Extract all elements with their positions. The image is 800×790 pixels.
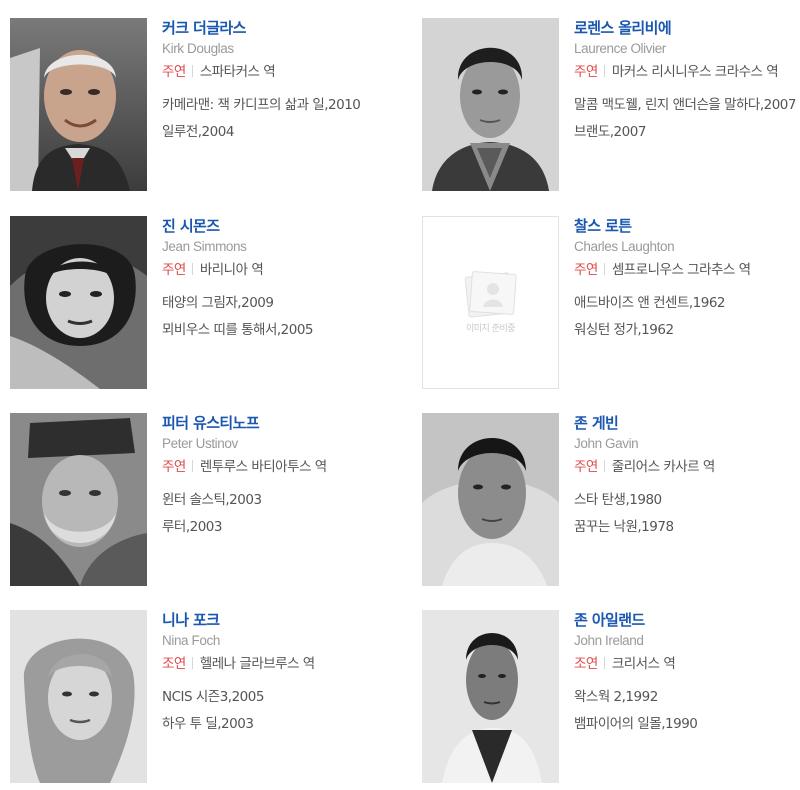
divider — [191, 65, 193, 77]
divider — [191, 460, 193, 472]
role-name: 마커스 리시니우스 크라수스 역 — [611, 64, 779, 80]
role-type: 조연 — [574, 656, 598, 672]
filmography-list: 애드바이즈 앤 컨센트,1962 워싱턴 정가,1962 — [574, 292, 800, 341]
actor-name-link[interactable]: 니나 포크 — [162, 610, 395, 630]
filmography-item[interactable]: 뫼비우스 띠를 통해서,2005 — [162, 319, 395, 341]
role-name: 줄리어스 카사르 역 — [611, 459, 715, 475]
filmography-item[interactable]: 태양의 그림자,2009 — [162, 292, 395, 314]
actor-name-link[interactable]: 존 게빈 — [574, 413, 800, 433]
actor-photo[interactable] — [10, 610, 147, 783]
filmography-item[interactable]: 애드바이즈 앤 컨센트,1962 — [574, 292, 800, 314]
filmography-list: NCIS 시즌3,2005 하우 투 딜,2003 — [162, 686, 395, 735]
role-type: 주연 — [162, 262, 186, 278]
actor-name-en: John Gavin — [574, 436, 639, 451]
cast-card: 로렌스 올리비에 Laurence Olivier 주연 마커스 리시니우스 크라… — [422, 18, 800, 198]
role-name: 헬레나 글라브루스 역 — [199, 656, 315, 672]
role-line: 조연 크리서스 역 — [574, 653, 800, 676]
actor-name-link[interactable]: 로렌스 올리비에 — [574, 18, 800, 38]
placeholder-text: 이미지 준비중 — [465, 324, 516, 334]
role-name: 크리서스 역 — [611, 656, 676, 672]
filmography-item[interactable]: 말콤 맥도웰, 린지 앤더슨을 말하다,2007 — [574, 94, 800, 116]
role-type: 주연 — [574, 64, 598, 80]
actor-name-en: Nina Foch — [162, 633, 220, 648]
actor-photo[interactable] — [10, 413, 147, 586]
filmography-item[interactable]: 브랜도,2007 — [574, 121, 800, 143]
filmography-list: 카메라맨: 잭 카디프의 삶과 일,2010 일루전,2004 — [162, 94, 395, 143]
role-line: 주연 렌투루스 바티아투스 역 — [162, 456, 395, 479]
role-name: 스파타커스 역 — [199, 64, 276, 80]
actor-name-link[interactable]: 진 시몬즈 — [162, 216, 395, 236]
role-line: 주연 스파타커스 역 — [162, 61, 395, 84]
role-type: 주연 — [162, 459, 186, 475]
image-placeholder-icon — [464, 271, 517, 318]
cast-card: 커크 더글라스 Kirk Douglas 주연 스파타커스 역 카메라맨: 잭 카… — [10, 18, 395, 198]
cast-card: 피터 유스티노프 Peter Ustinov 주연 렌투루스 바티아투스 역 윈터… — [10, 413, 395, 593]
actor-photo[interactable] — [10, 18, 147, 191]
actor-photo-placeholder[interactable]: 이미지 준비중 — [422, 216, 559, 389]
role-type: 주연 — [162, 64, 186, 80]
cast-card: 이미지 준비중 찰스 로튼 Charles Laughton 주연 셈프로니우스 … — [422, 216, 800, 396]
filmography-item[interactable]: 꿈꾸는 낙원,1978 — [574, 516, 800, 538]
role-type: 조연 — [162, 656, 186, 672]
role-line: 조연 헬레나 글라브루스 역 — [162, 653, 395, 676]
actor-name-en: Kirk Douglas — [162, 41, 234, 56]
actor-name-link[interactable]: 커크 더글라스 — [162, 18, 395, 38]
filmography-list: 윈터 솔스틱,2003 루터,2003 — [162, 489, 395, 538]
role-type: 주연 — [574, 459, 598, 475]
filmography-item[interactable]: 하우 투 딜,2003 — [162, 713, 395, 735]
cast-card: 존 아일랜드 John Ireland 조연 크리서스 역 왁스웍 2,1992 … — [422, 610, 800, 790]
role-line: 주연 줄리어스 카사르 역 — [574, 456, 800, 479]
divider — [603, 65, 605, 77]
divider — [603, 263, 605, 275]
role-line: 주연 바리니아 역 — [162, 259, 395, 282]
role-name: 바리니아 역 — [199, 262, 264, 278]
actor-name-link[interactable]: 피터 유스티노프 — [162, 413, 395, 433]
divider — [603, 460, 605, 472]
role-line: 주연 셈프로니우스 그라추스 역 — [574, 259, 800, 282]
actor-info: 커크 더글라스 Kirk Douglas 주연 스파타커스 역 카메라맨: 잭 카… — [162, 18, 395, 148]
role-name: 렌투루스 바티아투스 역 — [199, 459, 327, 475]
cast-card: 존 게빈 John Gavin 주연 줄리어스 카사르 역 스타 탄생,1980 … — [422, 413, 800, 593]
actor-info: 진 시몬즈 Jean Simmons 주연 바리니아 역 태양의 그림자,2009… — [162, 216, 395, 346]
actor-info: 찰스 로튼 Charles Laughton 주연 셈프로니우스 그라추스 역 애… — [574, 216, 800, 346]
actor-name-en: Peter Ustinov — [162, 436, 238, 451]
filmography-item[interactable]: 왁스웍 2,1992 — [574, 686, 800, 708]
actor-name-en: John Ireland — [574, 633, 644, 648]
divider — [191, 657, 193, 669]
actor-info: 로렌스 올리비에 Laurence Olivier 주연 마커스 리시니우스 크라… — [574, 18, 800, 148]
role-type: 주연 — [574, 262, 598, 278]
actor-name-link[interactable]: 존 아일랜드 — [574, 610, 800, 630]
actor-photo[interactable] — [422, 610, 559, 783]
actor-photo[interactable] — [422, 18, 559, 191]
actor-photo[interactable] — [10, 216, 147, 389]
filmography-list: 스타 탄생,1980 꿈꾸는 낙원,1978 — [574, 489, 800, 538]
filmography-item[interactable]: 워싱턴 정가,1962 — [574, 319, 800, 341]
actor-info: 니나 포크 Nina Foch 조연 헬레나 글라브루스 역 NCIS 시즌3,2… — [162, 610, 395, 740]
actor-info: 존 아일랜드 John Ireland 조연 크리서스 역 왁스웍 2,1992 … — [574, 610, 800, 740]
filmography-item[interactable]: 스타 탄생,1980 — [574, 489, 800, 511]
actor-info: 피터 유스티노프 Peter Ustinov 주연 렌투루스 바티아투스 역 윈터… — [162, 413, 395, 543]
actor-name-link[interactable]: 찰스 로튼 — [574, 216, 800, 236]
actor-name-en: Charles Laughton — [574, 239, 675, 254]
role-name: 셈프로니우스 그라추스 역 — [611, 262, 751, 278]
actor-name-en: Jean Simmons — [162, 239, 247, 254]
role-line: 주연 마커스 리시니우스 크라수스 역 — [574, 61, 800, 84]
actor-name-en: Laurence Olivier — [574, 41, 666, 56]
divider — [191, 263, 193, 275]
filmography-list: 말콤 맥도웰, 린지 앤더슨을 말하다,2007 브랜도,2007 — [574, 94, 800, 143]
divider — [603, 657, 605, 669]
actor-info: 존 게빈 John Gavin 주연 줄리어스 카사르 역 스타 탄생,1980 … — [574, 413, 800, 543]
filmography-item[interactable]: 루터,2003 — [162, 516, 395, 538]
filmography-item[interactable]: 카메라맨: 잭 카디프의 삶과 일,2010 — [162, 94, 395, 116]
cast-card: 니나 포크 Nina Foch 조연 헬레나 글라브루스 역 NCIS 시즌3,2… — [10, 610, 395, 790]
filmography-list: 태양의 그림자,2009 뫼비우스 띠를 통해서,2005 — [162, 292, 395, 341]
filmography-item[interactable]: 윈터 솔스틱,2003 — [162, 489, 395, 511]
filmography-list: 왁스웍 2,1992 뱀파이어의 일몰,1990 — [574, 686, 800, 735]
cast-card: 진 시몬즈 Jean Simmons 주연 바리니아 역 태양의 그림자,2009… — [10, 216, 395, 396]
filmography-item[interactable]: 뱀파이어의 일몰,1990 — [574, 713, 800, 735]
filmography-item[interactable]: NCIS 시즌3,2005 — [162, 686, 395, 708]
actor-photo[interactable] — [422, 413, 559, 586]
filmography-item[interactable]: 일루전,2004 — [162, 121, 395, 143]
